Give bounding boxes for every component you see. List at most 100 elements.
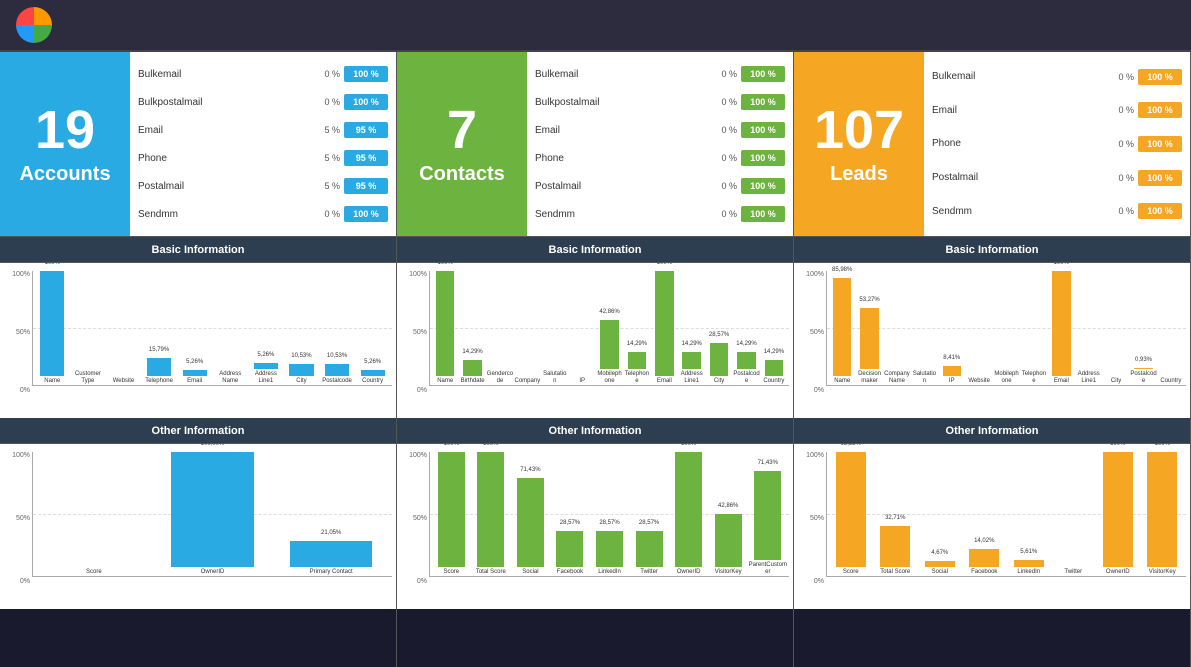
- bar-group: 53,27%Decisionmaker: [856, 271, 882, 385]
- summary-panel-leads: 107LeadsBulkemail0 %100 %Email0 %100 %Ph…: [794, 52, 1190, 237]
- big-number-leads: 107: [814, 103, 904, 157]
- x-label: Mobilephone: [993, 371, 1019, 385]
- field-badge: 100 %: [344, 206, 388, 222]
- x-label: Telephone: [142, 378, 177, 385]
- bar: 15,79%: [147, 358, 171, 376]
- x-label: Postalcode: [733, 371, 759, 385]
- field-row-contacts-4: Postalmail0 %100 %: [535, 178, 785, 194]
- bar-label-top: 28,57%: [709, 332, 729, 338]
- field-row-contacts-1: Bulkpostalmail0 %100 %: [535, 94, 785, 110]
- chart-wrapper-chart2-accounts: 100%50%0%Score100,00%OwnerID21,05%Primar…: [0, 444, 396, 609]
- field-badge: 95 %: [344, 150, 388, 166]
- field-row-contacts-0: Bulkemail0 %100 %: [535, 66, 785, 82]
- bar-group: 14,29% Address Line1: [679, 271, 705, 385]
- bar-label-top: 85,98%: [832, 267, 852, 273]
- bar-group: 5,26%Email: [177, 271, 212, 385]
- bar-label-top: 100%: [657, 263, 672, 266]
- field-row-contacts-2: Email0 %100 %: [535, 122, 785, 138]
- field-badge: 100 %: [1138, 102, 1182, 118]
- x-label: Email: [1048, 378, 1074, 385]
- x-label: Address Line1: [249, 371, 284, 385]
- bar: 100%: [40, 271, 64, 376]
- bar-label-top: 4,67%: [931, 550, 948, 556]
- bar: 71,43%: [517, 478, 544, 567]
- bar-group: 71,43%Social: [511, 452, 550, 576]
- bar: 28,57%: [596, 531, 623, 566]
- bar: 100%: [436, 271, 454, 376]
- field-row-leads-0: Bulkemail0 %100 %: [932, 69, 1182, 85]
- bar-group: 0,93%Postalcode: [1130, 271, 1156, 385]
- section1-header-contacts: Basic Information: [397, 237, 793, 263]
- bar: 5,26%: [361, 370, 385, 376]
- big-number-accounts: 19: [35, 103, 95, 157]
- bar-label-top: 100%: [45, 263, 60, 266]
- bar-label-top: 5,26%: [364, 359, 381, 365]
- bar: 100%: [477, 452, 504, 567]
- fields-block-accounts: Bulkemail0 %100 %Bulkpostalmail0 %100 %E…: [130, 52, 396, 236]
- field-name: Sendmm: [138, 209, 310, 220]
- bar-label-top: 100%: [1110, 444, 1125, 447]
- field-row-accounts-3: Phone5 %95 %: [138, 150, 388, 166]
- bar-label-top: 21,05%: [321, 530, 341, 536]
- field-badge: 100 %: [1138, 136, 1182, 152]
- field-name: Email: [932, 105, 1104, 116]
- field-badge: 100 %: [344, 94, 388, 110]
- field-row-contacts-5: Sendmm 0 % 100 %: [535, 206, 785, 222]
- bar-label-top: 100,00%: [201, 444, 225, 447]
- x-label: OwnerID: [1096, 569, 1140, 576]
- bar: 0,93%: [1134, 368, 1152, 369]
- bar: 42,86%: [600, 320, 618, 369]
- bar-label-top: 71,43%: [520, 467, 540, 473]
- field-badge: 95 %: [344, 178, 388, 194]
- bar-group: 14,29%Telephone: [624, 271, 650, 385]
- bar: 4,67%: [925, 561, 955, 567]
- field-badge: 100 %: [741, 66, 785, 82]
- bar: 100%: [675, 452, 702, 567]
- chart-wrapper-chart1-contacts: 100%50%0%100%Name14,29%BirthdateGenderco…: [397, 263, 793, 418]
- x-label: Address Line1: [1076, 371, 1102, 385]
- bar-label-top: 15,79%: [149, 347, 169, 353]
- bar-group: 4,67%Social: [918, 452, 962, 576]
- bar: 32,71%: [880, 526, 910, 567]
- dashboard: 19Accounts Bulkemail0 %100 % Bulkpostalmai…: [0, 52, 1191, 667]
- bar-group: Customer Type: [71, 271, 106, 385]
- x-label: Salutation: [542, 371, 568, 385]
- bar-label-top: 42,86%: [599, 309, 619, 315]
- bar-group: 28,57%City: [706, 271, 732, 385]
- section1-header-accounts: Basic Information: [0, 237, 396, 263]
- bar: 92,52%: [836, 452, 866, 567]
- field-pct: 0 %: [711, 209, 737, 219]
- field-badge: 100 %: [741, 206, 785, 222]
- x-label: Name: [829, 378, 855, 385]
- field-pct: 0 %: [314, 69, 340, 79]
- field-badge: 100 %: [1138, 69, 1182, 85]
- x-label: Score: [829, 569, 873, 576]
- bar-label-top: 92,52%: [841, 444, 861, 447]
- bar-group: 28,57%Twitter: [630, 452, 669, 576]
- bar-group: 100%OwnerID: [1096, 452, 1140, 576]
- bar: 5,26%: [254, 363, 278, 369]
- summary-number-accounts: 19Accounts: [0, 52, 130, 236]
- field-name: Sendmm: [535, 209, 707, 220]
- bar-label-top: 5,26%: [186, 359, 203, 365]
- x-label: Website: [106, 378, 141, 385]
- field-pct: 0 %: [711, 181, 737, 191]
- bar: 53,27%: [860, 308, 878, 369]
- bar-group: Telephone: [1021, 271, 1047, 385]
- bar: 14,02%: [969, 549, 999, 566]
- bar: 14,29%: [682, 352, 700, 368]
- x-label: Address Line1: [679, 371, 705, 385]
- x-label: IP: [939, 378, 965, 385]
- field-name: Phone: [932, 138, 1104, 149]
- x-label: Email: [651, 378, 677, 385]
- x-label: City: [284, 378, 319, 385]
- field-row-accounts-0: Bulkemail0 %100 %: [138, 66, 388, 82]
- bar-group: Address Line1: [1076, 271, 1102, 385]
- field-name: Bulkpostalmail: [535, 97, 707, 108]
- field-pct: 0 %: [1108, 173, 1134, 183]
- bar-group: City: [1103, 271, 1129, 385]
- bar-group: Country: [1158, 271, 1184, 385]
- bar-group: 100%Email: [1048, 271, 1074, 385]
- field-pct: 5 %: [314, 125, 340, 135]
- field-pct: 0 %: [711, 69, 737, 79]
